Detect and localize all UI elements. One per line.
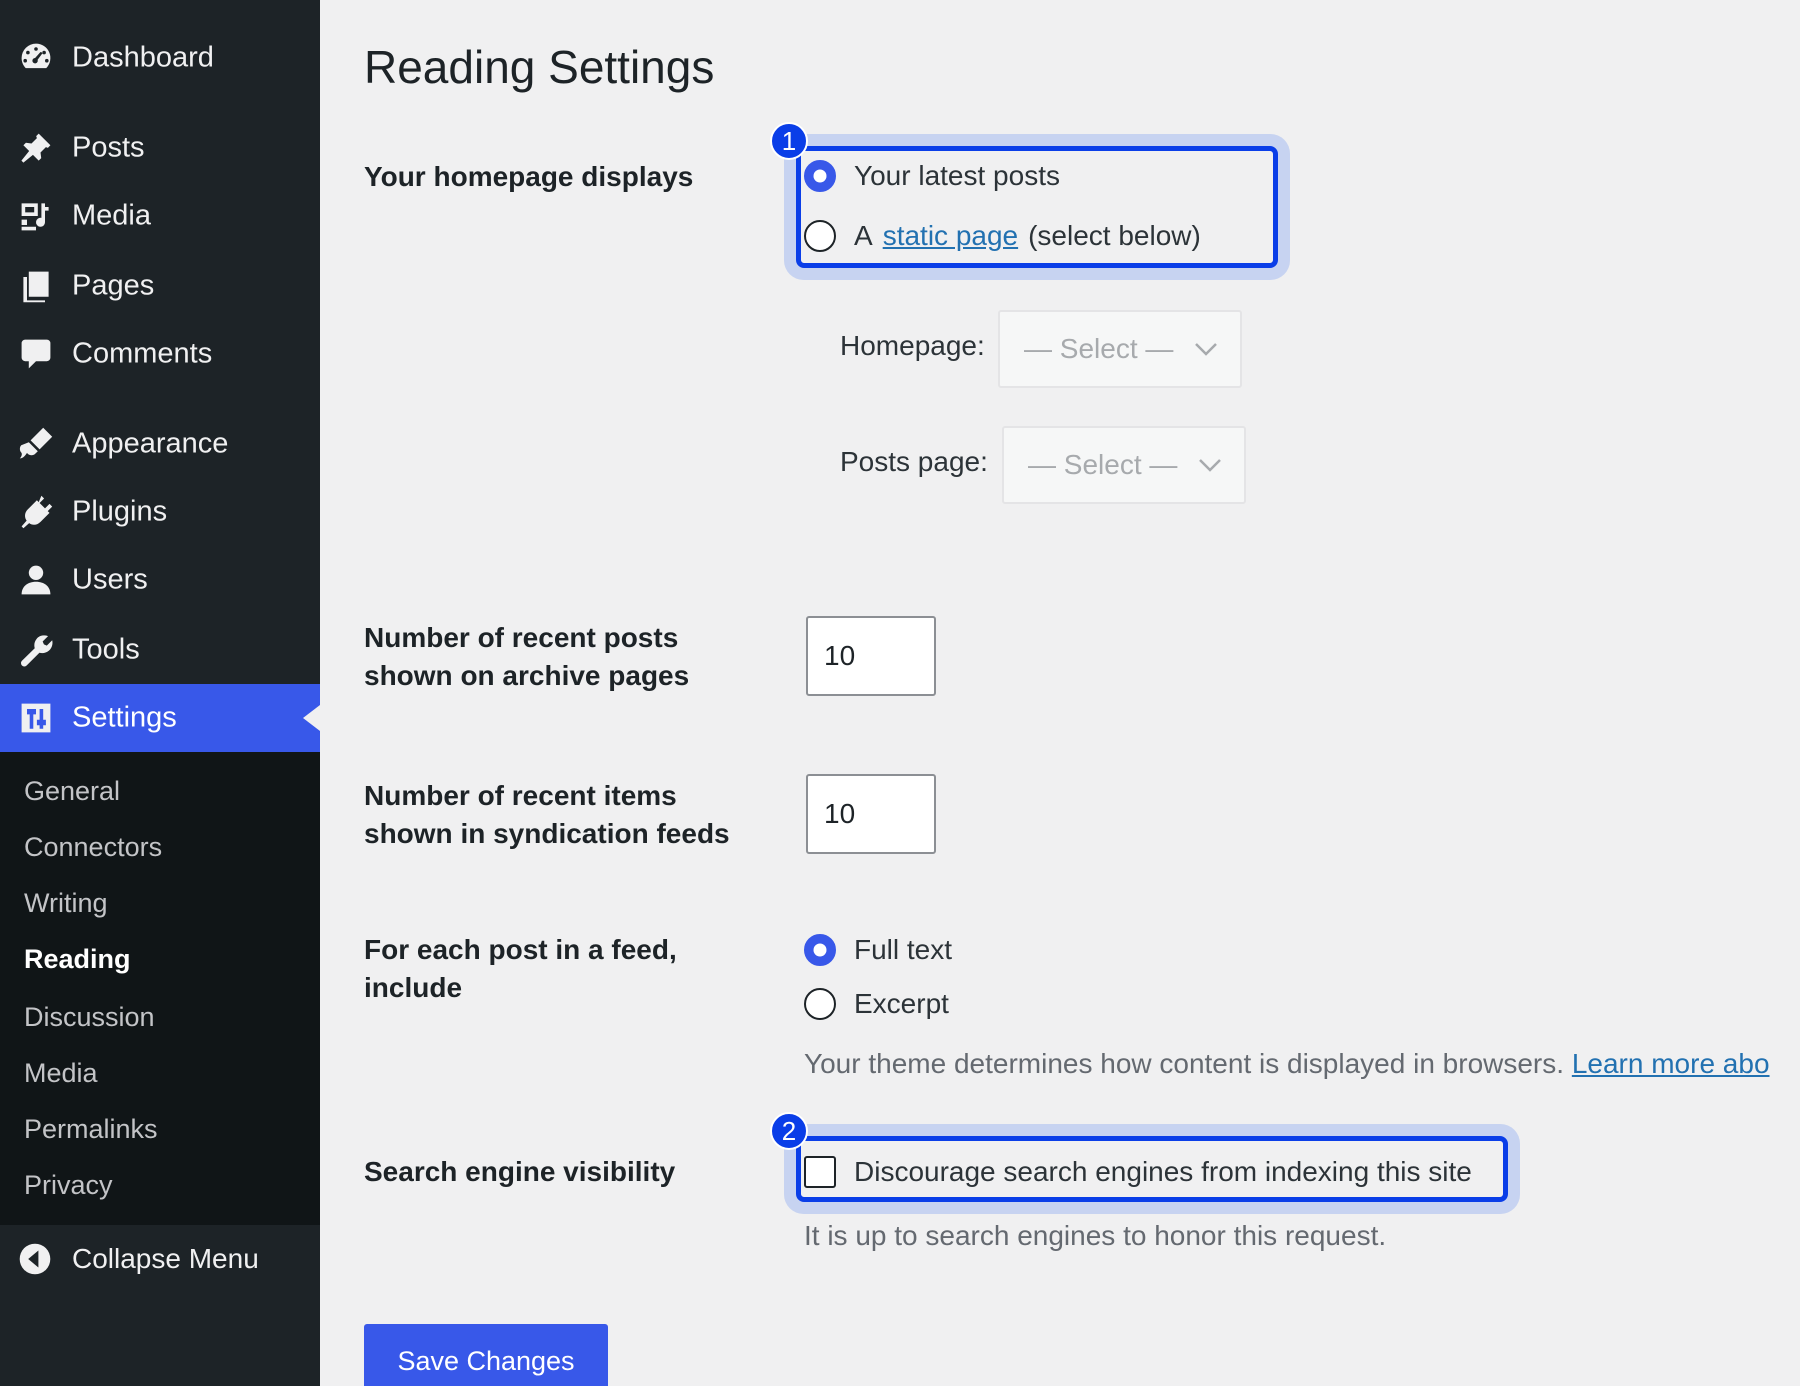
checkbox-label: Discourage search engines from indexing … — [854, 1156, 1472, 1187]
radio-button[interactable] — [804, 220, 836, 252]
pages-icon — [18, 268, 54, 304]
radio-excerpt[interactable]: Excerpt — [804, 988, 949, 1020]
menu-item-comments[interactable]: Comments — [0, 320, 320, 388]
select-value: — Select — — [1028, 449, 1178, 480]
collapse-menu-label: Collapse Menu — [72, 1243, 259, 1274]
radio-latest-posts[interactable]: Your latest posts — [804, 160, 1060, 192]
menu-item-dashboard[interactable]: Dashboard — [0, 24, 320, 92]
feed-description: Your theme determines how content is dis… — [804, 1048, 1770, 1080]
posts-page-select[interactable]: — Select — — [1002, 426, 1246, 504]
wrench-icon — [18, 632, 54, 668]
radio-label-prefix: A — [854, 220, 873, 251]
submenu-item-connectors[interactable]: Connectors — [24, 832, 162, 863]
step-badge-1: 1 — [770, 122, 808, 160]
search-visibility-description: It is up to search engines to honor this… — [804, 1220, 1387, 1251]
radio-label: Excerpt — [854, 988, 949, 1019]
plugin-icon — [18, 494, 54, 530]
brush-icon — [18, 426, 54, 462]
search-visibility-label: Search engine visibility — [364, 1156, 676, 1187]
radio-button-checked[interactable] — [804, 934, 836, 966]
menu-item-users[interactable]: Users — [0, 546, 320, 614]
page-title: Reading Settings — [364, 41, 715, 93]
label-line: Number of recent items — [364, 780, 677, 811]
menu-item-pages[interactable]: Pages — [0, 252, 320, 320]
homepage-displays-label: Your homepage displays — [364, 161, 694, 192]
feed-include-label: For each post in a feed, include — [364, 931, 677, 1007]
menu-label: Pages — [72, 269, 155, 302]
posts-page-select-label: Posts page: — [840, 446, 988, 477]
archive-posts-number-input[interactable]: 10 — [806, 616, 936, 696]
label-line: shown on archive pages — [364, 660, 690, 691]
menu-label: Posts — [72, 131, 145, 164]
menu-label: Appearance — [72, 427, 229, 460]
admin-sidebar: Dashboard Posts Media Pages Comments App… — [0, 0, 320, 1386]
description-text: Your theme determines how content is dis… — [804, 1048, 1565, 1079]
settings-icon — [18, 700, 54, 736]
settings-submenu: General Connectors Writing Reading Discu… — [0, 752, 320, 1225]
submenu-item-discussion[interactable]: Discussion — [24, 1002, 155, 1033]
menu-label: Comments — [72, 337, 213, 370]
radio-label: Full text — [854, 934, 953, 965]
label-line: shown in syndication feeds — [364, 818, 730, 849]
collapse-arrow-icon — [18, 1242, 52, 1276]
input-value: 10 — [824, 640, 856, 671]
submenu-item-permalinks[interactable]: Permalinks — [24, 1114, 158, 1145]
label-line: Number of recent posts — [364, 622, 679, 653]
radio-label: Your latest posts — [854, 160, 1060, 191]
discourage-search-checkbox-row[interactable]: Discourage search engines from indexing … — [804, 1156, 1472, 1188]
menu-item-appearance[interactable]: Appearance — [0, 410, 320, 478]
collapse-menu-button[interactable]: Collapse Menu — [0, 1225, 320, 1293]
radio-button-checked[interactable] — [804, 160, 836, 192]
menu-item-plugins[interactable]: Plugins — [0, 478, 320, 546]
menu-item-settings[interactable]: Settings — [0, 684, 320, 752]
dashboard-icon — [18, 40, 54, 76]
static-page-link[interactable]: static page — [883, 220, 1018, 252]
select-value: — Select — — [1024, 333, 1174, 364]
pin-icon — [18, 130, 54, 166]
main-content: Reading Settings Your homepage displays … — [320, 0, 1800, 1386]
label-line: For each post in a feed, — [364, 934, 677, 965]
chevron-down-icon — [1199, 459, 1221, 472]
syndication-items-number-input[interactable]: 10 — [806, 774, 936, 854]
menu-label: Plugins — [72, 495, 168, 528]
menu-label: Tools — [72, 633, 140, 666]
media-icon — [18, 198, 54, 234]
chevron-down-icon — [1195, 343, 1217, 356]
submenu-item-media[interactable]: Media — [24, 1058, 98, 1089]
menu-label: Media — [72, 199, 151, 232]
comment-icon — [18, 336, 54, 372]
submenu-item-general[interactable]: General — [24, 776, 120, 807]
radio-label-suffix: (select below) — [1028, 220, 1201, 251]
submenu-item-writing[interactable]: Writing — [24, 888, 108, 919]
menu-label: Dashboard — [72, 41, 214, 74]
user-icon — [18, 562, 54, 598]
label-line: include — [364, 972, 463, 1003]
radio-full-text[interactable]: Full text — [804, 934, 952, 966]
submenu-item-privacy[interactable]: Privacy — [24, 1170, 113, 1201]
homepage-select-label: Homepage: — [840, 330, 985, 361]
radio-button[interactable] — [804, 988, 836, 1020]
step-badge-2: 2 — [770, 1112, 808, 1150]
homepage-select[interactable]: — Select — — [998, 310, 1242, 388]
archive-posts-label: Number of recent posts shown on archive … — [364, 619, 689, 695]
save-changes-button[interactable]: Save Changes — [364, 1324, 608, 1386]
menu-item-media[interactable]: Media — [0, 182, 320, 250]
learn-more-link[interactable]: Learn more abo — [1572, 1048, 1770, 1079]
syndication-items-label: Number of recent items shown in syndicat… — [364, 777, 730, 853]
input-value: 10 — [824, 798, 856, 829]
radio-static-page[interactable]: A static page (select below) — [804, 220, 1201, 252]
menu-item-posts[interactable]: Posts — [0, 114, 320, 182]
menu-label: Users — [72, 563, 148, 596]
menu-item-tools[interactable]: Tools — [0, 616, 320, 684]
submenu-item-reading[interactable]: Reading — [24, 944, 131, 975]
menu-label: Settings — [72, 701, 177, 734]
discourage-search-checkbox[interactable] — [804, 1156, 836, 1188]
